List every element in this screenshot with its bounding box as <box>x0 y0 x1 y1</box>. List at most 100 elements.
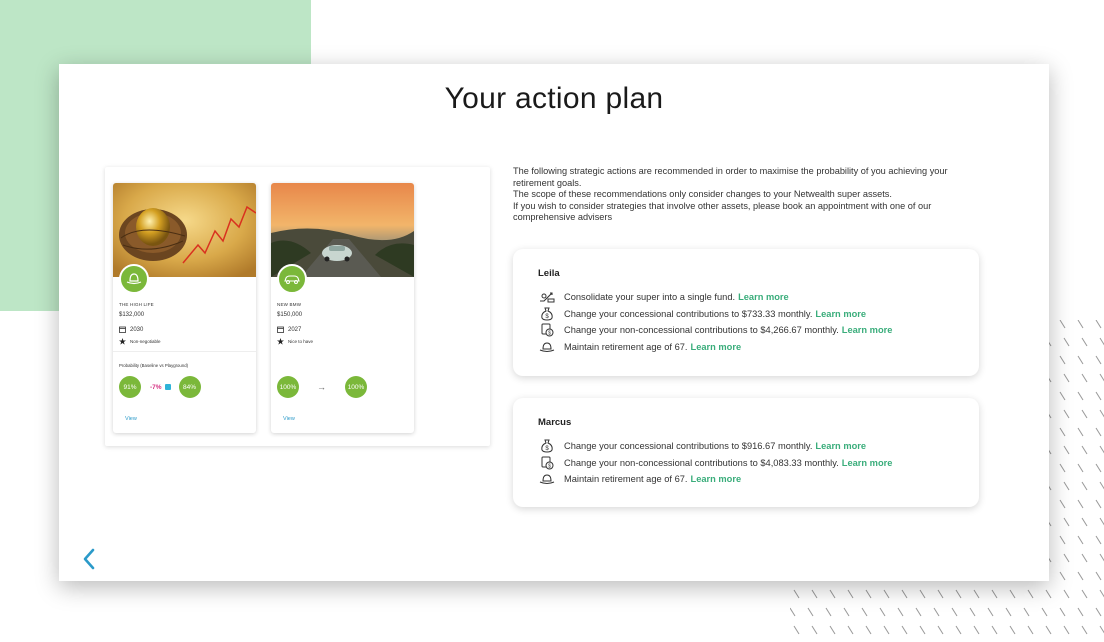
decorative-dash <box>1095 320 1102 329</box>
person-name: Leila <box>538 268 560 279</box>
probability-row: 100% → 100% <box>277 376 367 398</box>
learn-more-link[interactable]: Learn more <box>842 325 893 335</box>
action-text: Change your non-concessional contributio… <box>564 457 839 468</box>
goal-year-row: 2030 <box>119 326 143 333</box>
learn-more-link[interactable]: Learn more <box>738 292 789 302</box>
decorative-dash <box>973 589 980 599</box>
decorative-dash <box>847 625 854 635</box>
money-stack-icon: $ <box>538 456 556 470</box>
decorative-dash <box>1095 607 1102 617</box>
action-item: $ Change your concessional contributions… <box>538 438 892 455</box>
decorative-dash <box>1077 607 1084 617</box>
decorative-dash <box>807 607 814 617</box>
goal-name: NEW BMW <box>277 302 302 307</box>
learn-more-link[interactable]: Learn more <box>815 309 866 319</box>
decorative-dash <box>1081 589 1088 599</box>
probability-change: -7% <box>150 383 162 391</box>
decorative-dash <box>937 589 944 599</box>
decorative-dash <box>955 589 962 599</box>
goal-card[interactable]: NEW BMW $150,000 2027 Nice to have 100% … <box>271 183 414 433</box>
learn-more-link[interactable]: Learn more <box>842 458 893 468</box>
learn-more-link[interactable]: Learn more <box>691 342 742 352</box>
decorative-dash <box>1063 409 1070 419</box>
decorative-dash <box>811 589 818 599</box>
learn-more-link[interactable]: Learn more <box>815 441 866 451</box>
action-item: Maintain retirement age of 67. Learn mor… <box>538 471 892 488</box>
goal-name: THE HIGH LIFE <box>119 302 154 307</box>
decorative-dash <box>933 607 940 617</box>
decorative-dash <box>1077 320 1084 329</box>
calendar-icon <box>119 326 126 333</box>
money-stack-icon: $ <box>538 323 556 337</box>
intro-line: If you wish to consider strategies that … <box>513 200 932 223</box>
decorative-dash <box>811 625 818 635</box>
decorative-dash <box>847 589 854 599</box>
decorative-dash <box>865 589 872 599</box>
decorative-dash <box>865 625 872 635</box>
goal-card[interactable]: THE HIGH LIFE $132,000 2030 Non-negotiab… <box>113 183 256 433</box>
action-item: $ Change your non-concessional contribut… <box>538 455 892 472</box>
person-name: Marcus <box>538 417 572 428</box>
decorative-dash <box>829 589 836 599</box>
decorative-dash <box>843 607 850 617</box>
decorative-dash <box>901 589 908 599</box>
action-item: Consolidate your super into a single fun… <box>538 289 892 306</box>
info-badge-icon <box>164 384 171 390</box>
decorative-dash <box>1059 320 1066 329</box>
back-button[interactable] <box>81 547 97 571</box>
car-icon <box>277 264 307 294</box>
decorative-dash <box>1081 373 1088 383</box>
goals-preview: THE HIGH LIFE $132,000 2030 Non-negotiab… <box>105 167 490 446</box>
action-card-marcus: Marcus $ Change your concessional contri… <box>513 398 979 507</box>
action-text: Change your concessional contributions t… <box>564 308 813 319</box>
probability-label: Probability (Baseline vs Playground) <box>119 363 189 368</box>
svg-text:$: $ <box>548 463 551 469</box>
decorative-dash <box>1095 571 1102 581</box>
baseline-probability: 100% <box>277 376 299 398</box>
decorative-dash <box>1081 337 1088 347</box>
decorative-dash <box>1099 625 1104 634</box>
decorative-dash <box>1063 445 1070 455</box>
hat-icon <box>538 340 556 354</box>
consolidate-icon <box>538 290 556 304</box>
decorative-dash <box>1005 607 1012 617</box>
decorative-dash <box>883 625 890 635</box>
goal-priority-row: Non-negotiable <box>119 338 161 345</box>
action-list: $ Change your concessional contributions… <box>538 438 892 488</box>
goal-priority: Non-negotiable <box>130 339 161 344</box>
money-bag-icon: $ <box>538 439 556 453</box>
decorative-dash <box>1023 607 1030 617</box>
decorative-dash <box>1063 337 1070 347</box>
hat-icon <box>119 264 149 294</box>
decorative-dash <box>1059 463 1066 473</box>
decorative-dash <box>1099 373 1104 382</box>
goal-year: 2027 <box>288 326 302 333</box>
probability-row: 91% -7% 84% <box>119 376 201 398</box>
decorative-dash <box>1081 409 1088 419</box>
goal-amount: $132,000 <box>119 312 145 318</box>
action-text: Maintain retirement age of 67. <box>564 474 688 485</box>
decorative-dash <box>1099 553 1104 562</box>
decorative-dash <box>1077 535 1084 545</box>
decorative-dash <box>793 625 800 635</box>
decorative-dash <box>1059 535 1066 545</box>
decorative-dash <box>919 589 926 599</box>
decorative-dash <box>919 625 926 635</box>
action-text: Change your non-concessional contributio… <box>564 325 839 336</box>
decorative-dash <box>1059 607 1066 617</box>
star-icon <box>277 338 284 345</box>
arrow-right-icon: → <box>317 382 326 392</box>
goal-priority: Nice to have <box>288 339 314 344</box>
learn-more-link[interactable]: Learn more <box>691 474 742 484</box>
decorative-dash <box>901 625 908 635</box>
action-list: Consolidate your super into a single fun… <box>538 289 892 355</box>
action-item: $ Change your concessional contributions… <box>538 306 892 323</box>
decorative-dash <box>973 625 980 635</box>
decorative-dash <box>1095 499 1102 509</box>
view-goal-link[interactable]: View <box>125 416 137 422</box>
decorative-dash <box>1027 625 1034 635</box>
view-goal-link[interactable]: View <box>283 416 295 422</box>
goal-year-row: 2027 <box>277 326 301 333</box>
decorative-dash <box>1045 589 1052 599</box>
decorative-dash <box>1081 517 1088 527</box>
